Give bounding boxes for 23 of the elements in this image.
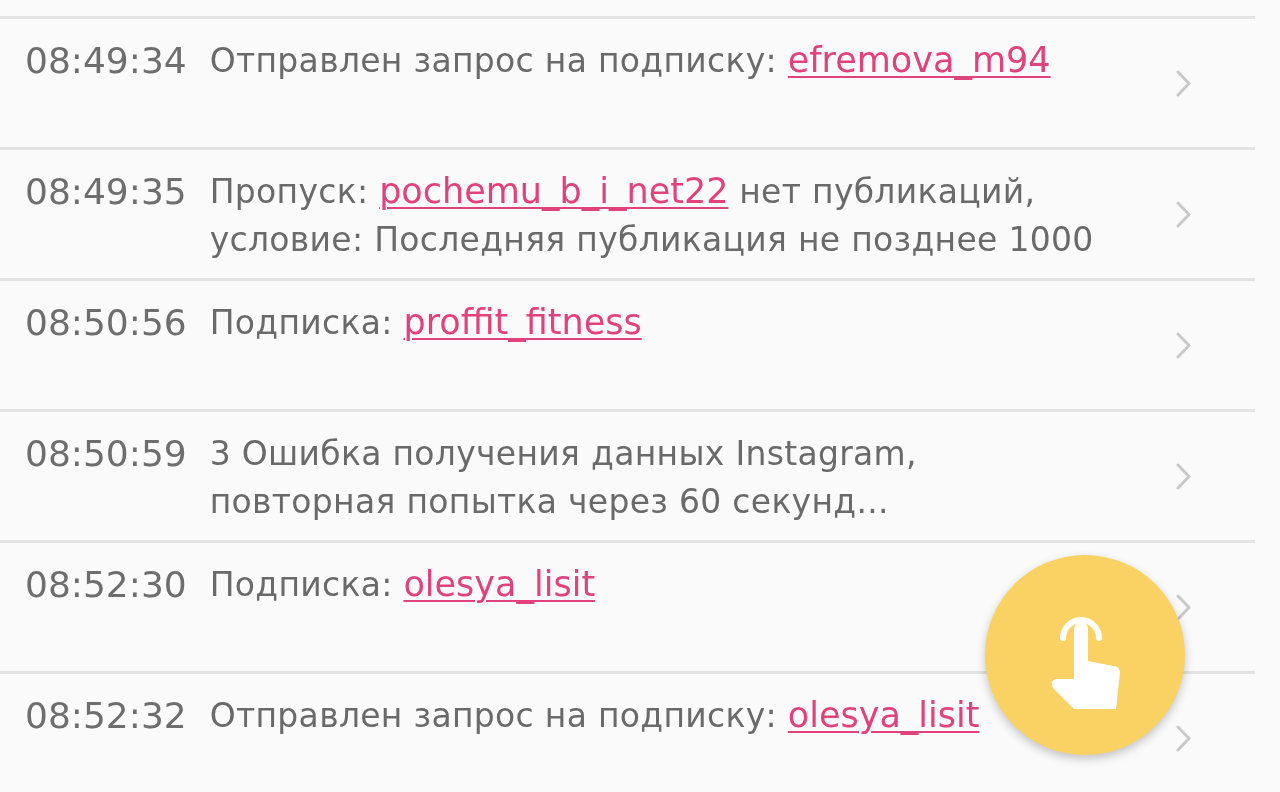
chevron-right-icon (1176, 200, 1191, 228)
chevron-right-icon (1176, 462, 1191, 490)
time-text: 08:50:59 (25, 432, 187, 476)
username-link[interactable]: pochemu_b_i_net22 (379, 171, 729, 211)
log-message: Отправлен запрос на подписку: olesya_lisit (209, 694, 980, 737)
time-text: 08:52:32 (25, 694, 187, 738)
username-link[interactable]: olesya_lisit (403, 564, 596, 604)
username-link[interactable]: proffit_fitness (403, 302, 642, 342)
time-text: 08:52:30 (25, 563, 187, 607)
chevron-right-icon (1176, 724, 1191, 752)
time-text: 08:49:34 (25, 39, 187, 83)
time-text: 08:49:35 (25, 170, 187, 214)
log-message: Пропуск: pochemu_b_i_net22 нет публикаций, условие: Последняя публикация не позднее 1000 (209, 170, 1094, 261)
log-message: Отправлен запрос на подписку: efremova_m94 (209, 39, 1051, 82)
chevron-right-icon (1176, 593, 1191, 621)
username-link[interactable]: olesya_lisit (787, 695, 980, 735)
username-link[interactable]: efremova_m94 (787, 40, 1051, 80)
chevron-right-icon (1176, 331, 1191, 359)
log-message: Подписка: proffit_fitness (209, 301, 642, 344)
log-message: 3 Ошибка получения данных Instagram, повторная попытка через 60 секунд... (209, 433, 917, 523)
chevron-right-icon (1176, 69, 1191, 97)
log-message: Подписка: olesya_lisit (209, 563, 596, 606)
time-text: 08:50:56 (25, 301, 187, 345)
